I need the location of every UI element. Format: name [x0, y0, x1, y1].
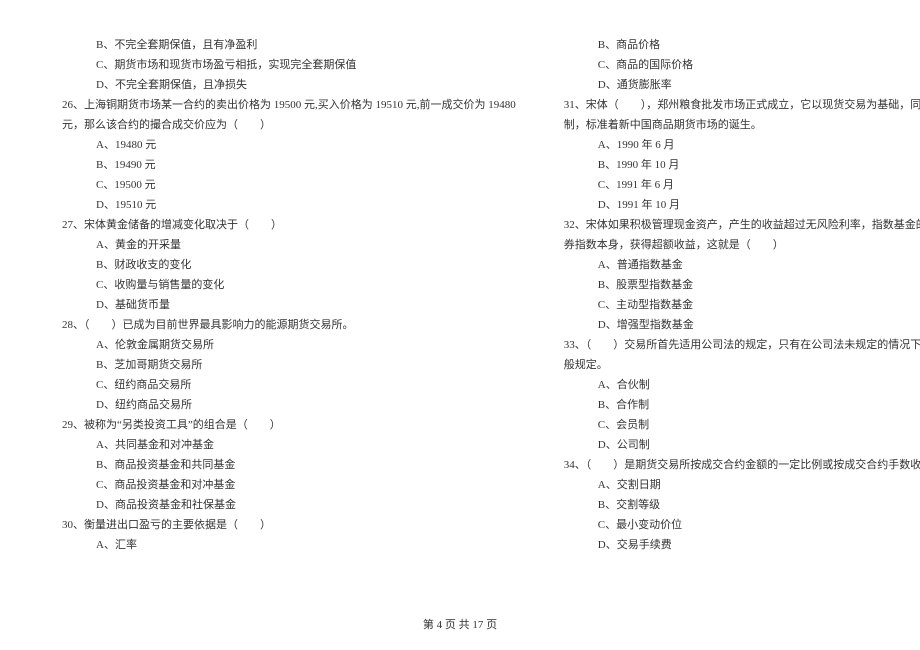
right_column-line-19: C、会员制 [564, 415, 920, 435]
right_column-line-8: D、1991 年 10 月 [564, 195, 920, 215]
right_column-line-3: 31、宋体（ ），郑州粮食批发市场正式成立，它以现货交易为基础，同时引入期货交易… [564, 95, 920, 115]
right_column-line-18: B、合作制 [564, 395, 920, 415]
left_column-line-6: B、19490 元 [62, 155, 516, 175]
right_column-line-2: D、通货膨胀率 [564, 75, 920, 95]
left_column-line-5: A、19480 元 [62, 135, 516, 155]
right_column-line-23: B、交割等级 [564, 495, 920, 515]
left_column-line-19: 29、被称为“另类投资工具”的组合是（ ） [62, 415, 516, 435]
right_column-line-12: B、股票型指数基金 [564, 275, 920, 295]
right_column-line-16: 般规定。 [564, 355, 920, 375]
left_column-line-25: A、汇率 [62, 535, 516, 555]
left_column-line-14: 28、（ ）已成为目前世界最具影响力的能源期货交易所。 [62, 315, 516, 335]
left_column-line-3: 26、上海铜期货市场某一合约的卖出价格为 19500 元,买入价格为 19510… [62, 95, 516, 115]
right_column-line-25: D、交易手续费 [564, 535, 920, 555]
right_column-line-10: 券指数本身，获得超额收益，这就是（ ） [564, 235, 920, 255]
left_column-line-13: D、基础货币量 [62, 295, 516, 315]
right_column-line-21: 34、（ ）是期货交易所按成交合约金额的一定比例或按成交合约手数收取的费用。 [564, 455, 920, 475]
left_column-line-10: A、黄金的开采量 [62, 235, 516, 255]
right_column-line-7: C、1991 年 6 月 [564, 175, 920, 195]
left_column-line-21: B、商品投资基金和共同基金 [62, 455, 516, 475]
left_column-line-24: 30、衡量进出口盈亏的主要依据是（ ） [62, 515, 516, 535]
right_column-line-5: A、1990 年 6 月 [564, 135, 920, 155]
right_column-line-24: C、最小变动价位 [564, 515, 920, 535]
right_column-line-1: C、商品的国际价格 [564, 55, 920, 75]
left_column-line-2: D、不完全套期保值，且净损失 [62, 75, 516, 95]
left_column-line-20: A、共同基金和对冲基金 [62, 435, 516, 455]
left_column-line-15: A、伦敦金属期货交易所 [62, 335, 516, 355]
right_column-line-14: D、增强型指数基金 [564, 315, 920, 335]
right_column-line-13: C、主动型指数基金 [564, 295, 920, 315]
left_column-line-11: B、财政收支的变化 [62, 255, 516, 275]
left_column-line-22: C、商品投资基金和对冲基金 [62, 475, 516, 495]
left-column: B、不完全套期保值，且有净盈利C、期货市场和现货市场盈亏相抵，实现完全套期保值D… [50, 35, 540, 555]
right_column-line-11: A、普通指数基金 [564, 255, 920, 275]
content-wrapper: B、不完全套期保值，且有净盈利C、期货市场和现货市场盈亏相抵，实现完全套期保值D… [0, 35, 920, 555]
left_column-line-7: C、19500 元 [62, 175, 516, 195]
left_column-line-0: B、不完全套期保值，且有净盈利 [62, 35, 516, 55]
right_column-line-4: 制，标准着新中国商品期货市场的诞生。 [564, 115, 920, 135]
right-column: B、商品价格C、商品的国际价格D、通货膨胀率31、宋体（ ），郑州粮食批发市场正… [540, 35, 920, 555]
page-footer: 第 4 页 共 17 页 [0, 616, 920, 632]
right_column-line-9: 32、宋体如果积极管理现金资产，产生的收益超过无风险利率，指数基金的收益就将会超… [564, 215, 920, 235]
left_column-line-4: 元，那么该合约的撮合成交价应为（ ） [62, 115, 516, 135]
left_column-line-18: D、纽约商品交易所 [62, 395, 516, 415]
right_column-line-20: D、公司制 [564, 435, 920, 455]
right_column-line-0: B、商品价格 [564, 35, 920, 55]
left_column-line-17: C、纽约商品交易所 [62, 375, 516, 395]
left_column-line-9: 27、宋体黄金储备的增减变化取决于（ ） [62, 215, 516, 235]
right_column-line-22: A、交割日期 [564, 475, 920, 495]
left_column-line-1: C、期货市场和现货市场盈亏相抵，实现完全套期保值 [62, 55, 516, 75]
left_column-line-23: D、商品投资基金和社保基金 [62, 495, 516, 515]
left_column-line-8: D、19510 元 [62, 195, 516, 215]
right_column-line-6: B、1990 年 10 月 [564, 155, 920, 175]
left_column-line-12: C、收购量与销售量的变化 [62, 275, 516, 295]
left_column-line-16: B、芝加哥期货交易所 [62, 355, 516, 375]
right_column-line-17: A、合伙制 [564, 375, 920, 395]
right_column-line-15: 33、（ ）交易所首先适用公司法的规定，只有在公司法未规定的情况下，才适用民法的… [564, 335, 920, 355]
